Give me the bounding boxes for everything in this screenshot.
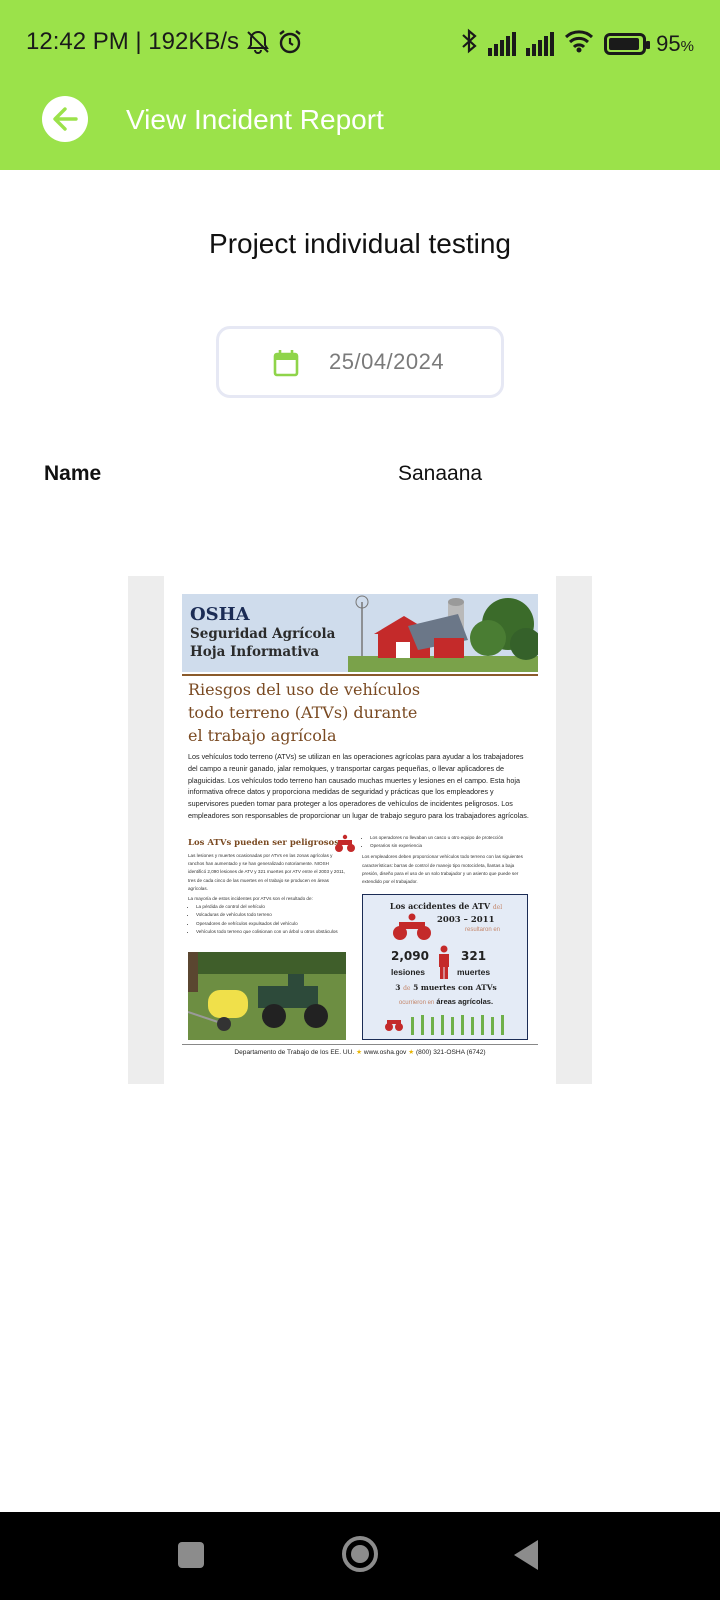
document-page: OSHA Seguridad Agrícola Hoja Informativa (164, 576, 556, 1084)
signal-strength-icon (488, 32, 517, 56)
project-title: Project individual testing (209, 228, 511, 259)
app-header: 12:42 PM | 192KB/s 95% View Incident Rep… (0, 0, 720, 170)
name-label: Name (44, 462, 102, 485)
status-bar: 12:42 PM | 192KB/s 95% (0, 0, 720, 86)
stat-areas: áreas agrícolas. (436, 997, 494, 1006)
system-nav-bar (0, 1512, 720, 1600)
signal-strength-icon-2 (526, 32, 555, 56)
battery-percent: 95 (656, 31, 681, 56)
list-item: Operarios sin experiencia (370, 842, 530, 850)
stat-deaths-number: 321 (461, 949, 487, 963)
stat-resulted: resultaron en (465, 927, 501, 933)
list-item: Volcaduras de vehículos todo terreno (196, 911, 348, 919)
home-button[interactable] (342, 1536, 378, 1572)
battery-percent-suffix: % (680, 38, 694, 55)
star-icon: ★ (356, 1049, 362, 1056)
date-field[interactable]: 25/04/2024 (216, 326, 504, 398)
stat-injuries-number: 2,090 (391, 949, 429, 963)
list-item: Vehículos todo terreno que colisionan co… (196, 928, 348, 936)
right-column: Los operadores no llevaban un casco u ot… (362, 834, 530, 886)
document-title: Riesgos del uso de vehículos todo terren… (188, 678, 528, 747)
date-value: 25/04/2024 (329, 349, 445, 374)
system-back-button[interactable] (514, 1540, 538, 1570)
stat-ratio-a: 3 (395, 983, 401, 992)
doc-header-line1: Seguridad Agrícola (190, 626, 336, 642)
section-heading: Los ATVs pueden ser peligrosos (188, 838, 339, 848)
atv-icon (393, 913, 431, 940)
doc-header-line2: Hoja Informativa (190, 644, 320, 660)
crops-illustration (385, 1015, 504, 1035)
bluetooth-icon (460, 28, 478, 60)
footer-web: www.osha.gov (363, 1049, 407, 1056)
footer-dept: Departamento de Trabajo de los EE. UU. (234, 1049, 355, 1056)
arrow-left-icon (53, 107, 78, 131)
left-column: Las lesiones y muertes ocasionadas por A… (188, 852, 348, 936)
calendar-icon (273, 349, 299, 382)
status-time-network: 12:42 PM | 192KB/s (26, 28, 240, 55)
left-paragraph: Las lesiones y muertes ocasionadas por A… (188, 853, 346, 891)
alarm-icon (277, 29, 303, 55)
stat-occurred: ocurrieron en (398, 1000, 435, 1006)
stat-location: ocurrieron en áreas agrícolas. (363, 997, 529, 1006)
list-item: La pérdida de control del vehículo (196, 903, 348, 911)
statistics-box: Los accidentes de ATV del 2003 – 2011 re… (362, 894, 528, 1040)
star-icon: ★ (408, 1049, 415, 1056)
bell-off-icon (245, 29, 271, 55)
stat-injuries-label: lesiones (391, 967, 426, 977)
document-body: Los vehículos todo terreno (ATVs) se uti… (188, 752, 529, 820)
stat-ratio-de: de (403, 985, 411, 992)
list-item: Operadores de vehículos expulsados del v… (196, 920, 348, 928)
stat-deaths-label: muertes (457, 967, 491, 977)
document-footer: Departamento de Trabajo de los EE. UU. ★… (182, 1048, 538, 1056)
atv-icon (335, 834, 355, 852)
footer-phone: (800) 321-OSHA (6742) (415, 1049, 486, 1056)
left-bullet-list: La pérdida de control del vehículo Volca… (188, 903, 348, 936)
recent-apps-button[interactable] (178, 1542, 204, 1568)
stat-years: 2003 – 2011 (437, 915, 495, 925)
footer-divider (182, 1044, 538, 1045)
doc-title-line3: el trabajo agrícola (188, 726, 337, 745)
attachment-preview[interactable]: OSHA Seguridad Agrícola Hoja Informativa (128, 576, 592, 1084)
document-header: OSHA Seguridad Agrícola Hoja Informativa (182, 594, 538, 672)
doc-title-line2: todo terreno (ATVs) durante (188, 703, 418, 722)
person-icon (439, 945, 449, 979)
atv-photo (188, 952, 346, 1040)
osha-logo: OSHA (190, 604, 250, 625)
stat-line1-small: del (492, 904, 503, 911)
app-bar: View Incident Report (0, 86, 720, 170)
stat-heading: Los accidentes de ATV del (363, 901, 529, 911)
stat-line1: Los accidentes de ATV (389, 901, 491, 911)
barn-illustration (348, 594, 538, 672)
stat-ratio: 3 de 5 muertes con ATVs (363, 983, 529, 992)
divider (182, 674, 538, 676)
back-button[interactable] (42, 96, 88, 142)
wifi-icon (564, 29, 594, 59)
doc-title-line1: Riesgos del uso de vehículos (188, 680, 421, 699)
left-intro: La mayoría de estos incidentes por ATVs … (188, 896, 313, 902)
right-bullet-list: Los operadores no llevaban un casco u ot… (362, 834, 530, 850)
right-paragraph: Los empleadores deben proporcionar vehíc… (362, 854, 523, 885)
name-value: Sanaana (398, 462, 483, 485)
page-title: View Incident Report (126, 104, 384, 135)
battery-icon (604, 33, 651, 55)
list-item: Los operadores no llevaban un casco u ot… (370, 834, 530, 842)
stat-ratio-b: 5 muertes con ATVs (413, 983, 497, 992)
photo-credit (349, 956, 353, 957)
